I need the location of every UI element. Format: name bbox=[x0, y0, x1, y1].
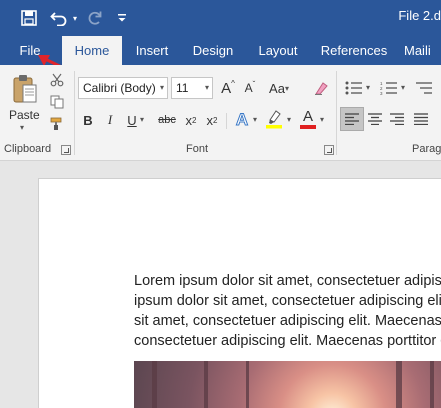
tab-layout[interactable]: Layout bbox=[252, 36, 304, 65]
shrink-font-button[interactable]: Aˇ bbox=[240, 77, 260, 99]
group-divider bbox=[336, 71, 337, 155]
highlight-dropdown-icon[interactable]: ▾ bbox=[287, 115, 291, 124]
image-detail bbox=[246, 361, 249, 408]
font-name-dropdown-icon[interactable]: ▾ bbox=[160, 78, 164, 98]
clipboard-launcher-icon[interactable] bbox=[61, 145, 71, 155]
paragraph-line: consectetuer adipiscing elit. Maecenas p… bbox=[134, 333, 441, 349]
font-color-button[interactable]: A bbox=[298, 107, 318, 131]
image-detail bbox=[430, 361, 434, 408]
cut-icon[interactable] bbox=[48, 71, 66, 89]
image-detail bbox=[204, 361, 208, 408]
text-effects-dropdown-icon[interactable]: ▾ bbox=[253, 115, 257, 124]
paste-dropdown-icon[interactable]: ▾ bbox=[20, 123, 24, 132]
bold-button[interactable]: B bbox=[80, 109, 96, 131]
underline-button[interactable]: U bbox=[124, 109, 140, 131]
numbering-icon[interactable]: 1 2 3 bbox=[378, 77, 400, 99]
image-detail bbox=[396, 361, 402, 408]
superscript-button[interactable]: x2 bbox=[203, 109, 221, 131]
strikethrough-button[interactable]: abc bbox=[155, 109, 179, 131]
paragraph-line: sit amet, consectetuer adipiscing elit. … bbox=[134, 313, 441, 329]
clipboard-group-label: Clipboard bbox=[4, 143, 52, 155]
customize-qat-icon[interactable] bbox=[115, 6, 129, 30]
ribbon-home: Paste ▾ Clipboard Calibri (Body) ▾ 11 ▾ bbox=[0, 65, 441, 161]
font-row-divider bbox=[226, 113, 227, 129]
highlight-icon[interactable] bbox=[264, 107, 284, 131]
undo-icon[interactable] bbox=[48, 6, 70, 30]
multilevel-list-icon[interactable] bbox=[413, 77, 435, 99]
paragraph-group-label: Parag bbox=[412, 143, 441, 155]
tab-insert[interactable]: Insert bbox=[130, 36, 174, 65]
redo-icon[interactable] bbox=[84, 6, 106, 30]
bullets-icon[interactable] bbox=[343, 77, 365, 99]
text-effects-button[interactable]: A bbox=[232, 109, 252, 131]
window-title: File 2.d bbox=[398, 8, 441, 23]
document-page[interactable]: Lorem ipsum dolor sit amet, consectetuer… bbox=[38, 178, 441, 408]
image-detail bbox=[152, 361, 157, 408]
change-case-icon[interactable]: Aa ▾ bbox=[268, 77, 290, 99]
undo-dropdown-icon[interactable]: ▾ bbox=[70, 6, 80, 30]
tab-design[interactable]: Design bbox=[186, 36, 240, 65]
document-image[interactable] bbox=[134, 361, 441, 408]
clear-formatting-icon[interactable] bbox=[310, 77, 332, 99]
align-right-icon[interactable] bbox=[386, 107, 408, 131]
font-group-label: Font bbox=[186, 143, 209, 155]
align-center-icon[interactable] bbox=[364, 107, 386, 131]
font-name-value: Calibri (Body) bbox=[83, 81, 156, 95]
font-size-dropdown-icon[interactable]: ▾ bbox=[205, 78, 209, 98]
italic-button[interactable]: I bbox=[102, 109, 118, 131]
paragraph-line: ipsum dolor sit amet, consectetuer adipi… bbox=[134, 293, 441, 309]
title-bar: ▾ File 2.d bbox=[0, 0, 441, 36]
font-size-combo[interactable]: 11 ▾ bbox=[171, 77, 213, 99]
paste-label[interactable]: Paste bbox=[9, 108, 40, 122]
tab-references[interactable]: References bbox=[316, 36, 392, 65]
font-launcher-icon[interactable] bbox=[324, 145, 334, 155]
subscript-button[interactable]: x2 bbox=[182, 109, 200, 131]
paragraph-line: Lorem ipsum dolor sit amet, consectetuer… bbox=[134, 273, 441, 289]
svg-text:3: 3 bbox=[380, 91, 383, 95]
document-paragraph[interactable]: Lorem ipsum dolor sit amet, consectetuer… bbox=[134, 271, 441, 351]
grow-font-button[interactable]: A ^ bbox=[218, 77, 238, 99]
copy-icon[interactable] bbox=[48, 93, 66, 111]
underline-dropdown-icon[interactable]: ▾ bbox=[140, 115, 144, 124]
align-left-icon[interactable] bbox=[340, 107, 364, 131]
save-icon[interactable] bbox=[16, 6, 42, 30]
bullets-dropdown-icon[interactable]: ▾ bbox=[366, 83, 370, 92]
font-color-dropdown-icon[interactable]: ▾ bbox=[320, 115, 324, 124]
font-name-combo[interactable]: Calibri (Body) ▾ bbox=[78, 77, 168, 99]
tab-mailings[interactable]: Maili bbox=[404, 36, 441, 65]
justify-icon[interactable] bbox=[410, 107, 432, 131]
format-painter-icon[interactable] bbox=[48, 115, 66, 133]
font-size-value: 11 bbox=[176, 81, 189, 95]
group-divider bbox=[74, 71, 75, 155]
paste-icon[interactable] bbox=[10, 71, 40, 107]
numbering-dropdown-icon[interactable]: ▾ bbox=[401, 83, 405, 92]
